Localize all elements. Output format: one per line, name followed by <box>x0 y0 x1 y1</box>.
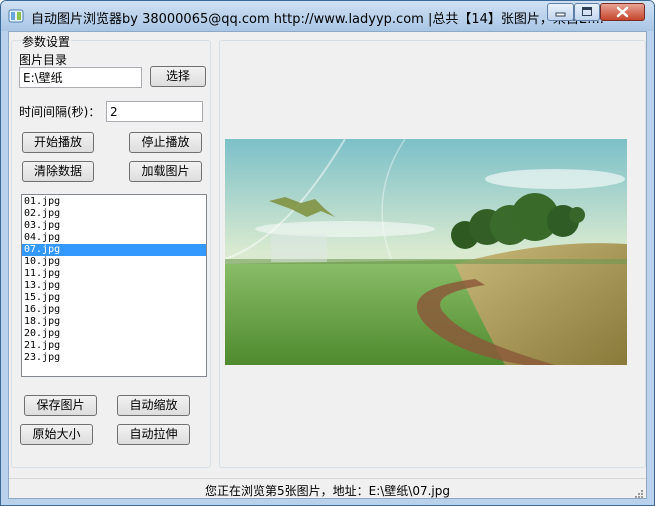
dir-input[interactable] <box>19 67 142 88</box>
title-bar[interactable]: 自动图片浏览器by 38000065@qq.com http://www.lad… <box>1 1 654 31</box>
list-item[interactable]: 02.jpg <box>22 208 206 220</box>
maximize-icon <box>582 7 592 16</box>
list-item[interactable]: 21.jpg <box>22 340 206 352</box>
close-button[interactable] <box>600 3 645 21</box>
app-icon <box>8 9 24 23</box>
list-item[interactable]: 01.jpg <box>22 196 206 208</box>
interval-label: 时间间隔(秒)： <box>19 105 101 119</box>
dir-label: 图片目录 <box>19 53 68 67</box>
list-item[interactable]: 07.jpg <box>22 244 206 256</box>
original-size-button[interactable]: 原始大小 <box>20 424 93 445</box>
save-image-button[interactable]: 保存图片 <box>24 395 97 416</box>
interval-input[interactable] <box>106 101 203 122</box>
settings-group-title: 参数设置 <box>21 33 72 50</box>
list-item[interactable]: 18.jpg <box>22 316 206 328</box>
list-item[interactable]: 04.jpg <box>22 232 206 244</box>
close-icon <box>616 6 629 18</box>
minimize-button[interactable] <box>547 3 574 21</box>
app-window: 自动图片浏览器by 38000065@qq.com http://www.lad… <box>0 0 655 506</box>
minimize-icon <box>555 12 566 17</box>
list-item[interactable]: 16.jpg <box>22 304 206 316</box>
clear-data-button[interactable]: 清除数据 <box>22 161 94 182</box>
maximize-button[interactable] <box>574 3 600 21</box>
choose-button[interactable]: 选择 <box>150 66 206 87</box>
list-item[interactable]: 11.jpg <box>22 268 206 280</box>
window-title: 自动图片浏览器by 38000065@qq.com http://www.lad… <box>31 12 604 27</box>
image-viewer-panel <box>219 40 646 468</box>
load-images-button[interactable]: 加载图片 <box>129 161 202 182</box>
list-item[interactable]: 13.jpg <box>22 280 206 292</box>
auto-zoom-button[interactable]: 自动缩放 <box>117 395 190 416</box>
list-item[interactable]: 20.jpg <box>22 328 206 340</box>
stop-play-button[interactable]: 停止播放 <box>129 132 202 153</box>
status-text: 您正在浏览第5张图片，地址：E:\壁纸\07.jpg <box>205 484 450 498</box>
list-item[interactable]: 15.jpg <box>22 292 206 304</box>
list-item[interactable]: 03.jpg <box>22 220 206 232</box>
start-play-button[interactable]: 开始播放 <box>22 132 94 153</box>
file-listbox[interactable]: 01.jpg 02.jpg 03.jpg 04.jpg 07.jpg 10.jpg 11.j… <box>21 194 207 377</box>
main-client-area: 参数设置 图片目录 选择 时间间隔(秒)： 开始播放 停止播放 清除数据 加载图… <box>8 31 647 499</box>
status-bar: 您正在浏览第5张图片，地址：E:\壁纸\07.jpg <box>9 478 646 500</box>
preview-image <box>225 139 627 365</box>
list-item[interactable]: 23.jpg <box>22 352 206 364</box>
size-grip-icon[interactable] <box>633 488 643 498</box>
settings-group: 参数设置 图片目录 选择 时间间隔(秒)： 开始播放 停止播放 清除数据 加载图… <box>11 33 211 468</box>
list-item[interactable]: 10.jpg <box>22 256 206 268</box>
auto-stretch-button[interactable]: 自动拉伸 <box>117 424 190 445</box>
